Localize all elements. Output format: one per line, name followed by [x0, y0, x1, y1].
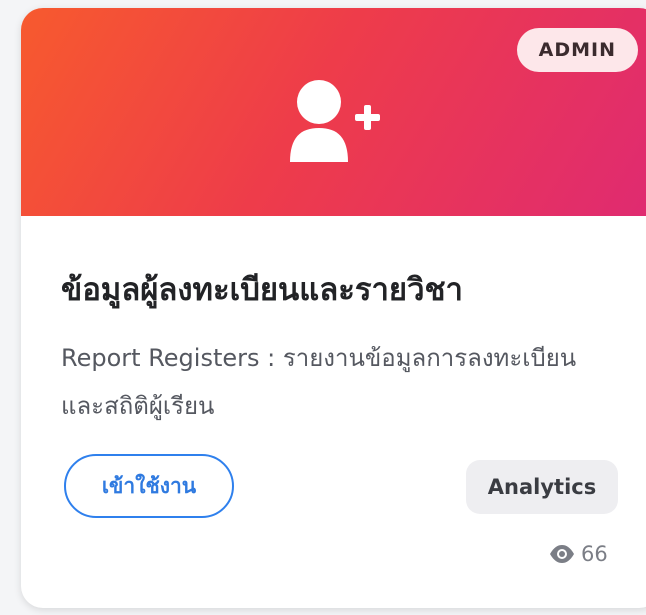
- enter-button[interactable]: เข้าใช้งาน: [64, 454, 234, 518]
- eye-icon: [550, 545, 574, 563]
- view-count-value: 66: [581, 542, 608, 566]
- user-plus-icon: [290, 80, 380, 162]
- card-title: ข้อมูลผู้ลงทะเบียนและรายวิชา: [61, 272, 463, 308]
- view-count: 66: [549, 539, 608, 569]
- category-tag: Analytics: [466, 460, 618, 514]
- card-banner: ADMIN: [21, 8, 646, 216]
- admin-card[interactable]: ADMIN ข้อมูลผู้ลงทะเบียนและรายวิชา Repor…: [21, 8, 646, 608]
- admin-badge: ADMIN: [516, 28, 638, 72]
- card-description: Report Registers : รายงานข้อมูลการลงทะเบ…: [61, 344, 577, 420]
